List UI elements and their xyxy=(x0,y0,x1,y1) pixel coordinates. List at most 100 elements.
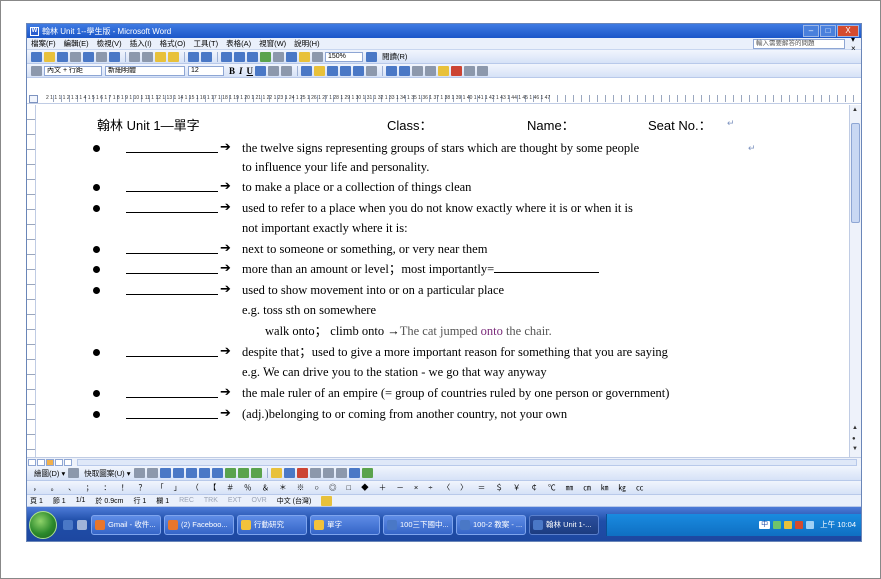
print-icon[interactable] xyxy=(83,51,94,62)
answer-blank-inline[interactable] xyxy=(494,261,600,273)
char-shading-icon[interactable] xyxy=(268,65,280,76)
permission-icon[interactable] xyxy=(70,51,81,62)
line-spacing-icon[interactable] xyxy=(366,65,378,76)
answer-blank[interactable] xyxy=(126,200,218,213)
answer-blank[interactable] xyxy=(126,282,218,295)
answer-blank[interactable] xyxy=(126,261,218,274)
insert-excel-icon[interactable] xyxy=(260,51,271,62)
align-center-icon[interactable] xyxy=(327,65,339,76)
ruler-numbers[interactable]: 2 1 1 1 1 2 1 3 1 4 1 5 1 6 1 7 1 8 1 9 … xyxy=(46,95,861,102)
draw-menu-button[interactable]: 繪圖(D) ▾ xyxy=(34,468,65,479)
align-justify-icon[interactable] xyxy=(314,65,326,76)
shadow-style-icon[interactable] xyxy=(348,468,360,478)
char-scale-icon[interactable] xyxy=(281,65,293,76)
highlight-icon[interactable] xyxy=(438,65,450,76)
copy-icon[interactable] xyxy=(142,51,153,62)
phonetic-guide-icon[interactable] xyxy=(464,65,476,76)
enclose-characters-icon[interactable] xyxy=(477,65,489,76)
columns-icon[interactable] xyxy=(273,51,284,62)
vertical-scrollbar[interactable]: ▲ ▲ ● ▼ xyxy=(849,105,861,457)
taskbar-item-folder-vocab[interactable]: 單字 xyxy=(310,514,380,535)
outline-view-icon[interactable] xyxy=(55,458,63,466)
minimize-button[interactable]: – xyxy=(803,25,819,37)
update-icon[interactable] xyxy=(806,520,815,529)
reading-view-icon[interactable] xyxy=(64,458,72,466)
document-close-button[interactable]: ▾ × xyxy=(851,35,861,53)
symbol-toolbar[interactable]: ， 。 、 ； ： ！ ？ 「 」 （ 【 ＃ ％ ＆ ＊ ※ ○ ◎ □ ◆ … xyxy=(27,481,861,495)
clipart-icon[interactable] xyxy=(237,468,249,478)
horizontal-scroll-track[interactable] xyxy=(77,458,857,466)
ime-indicator[interactable]: 中 xyxy=(759,520,771,529)
font-size-select[interactable]: 12 xyxy=(188,65,224,76)
web-view-icon[interactable] xyxy=(37,458,45,466)
answer-blank[interactable] xyxy=(126,406,218,419)
format-painter-icon[interactable] xyxy=(168,51,179,62)
spelling-status-icon[interactable] xyxy=(321,495,333,506)
print-layout-icon[interactable] xyxy=(46,458,54,466)
answer-blank[interactable] xyxy=(126,241,218,254)
network-icon[interactable] xyxy=(773,520,782,529)
menu-insert[interactable]: 插入(I) xyxy=(130,38,152,49)
fill-color-icon[interactable] xyxy=(270,468,282,478)
bold-button[interactable]: B xyxy=(229,66,235,76)
word-app-icon[interactable]: W xyxy=(30,26,39,36)
styles-pane-icon[interactable] xyxy=(31,65,42,76)
drawing-icon[interactable] xyxy=(286,51,297,62)
numbering-icon[interactable] xyxy=(386,65,398,76)
normal-view-icon[interactable] xyxy=(28,458,36,466)
font-select[interactable]: 新細明體 xyxy=(105,65,185,76)
increase-indent-icon[interactable] xyxy=(425,65,437,76)
spelling-icon[interactable] xyxy=(109,51,120,62)
picture-icon[interactable] xyxy=(250,468,262,478)
menu-window[interactable]: 視窗(W) xyxy=(259,38,286,49)
font-color-icon[interactable] xyxy=(451,65,463,76)
align-right-icon[interactable] xyxy=(340,65,352,76)
document-page[interactable]: 翰林 Unit 1—單字 Class： Name： Seat No.： ↵ ➔ … xyxy=(37,105,847,457)
diagram-icon[interactable] xyxy=(224,468,236,478)
taskbar-item-gmail[interactable]: Gmail - 收件... xyxy=(91,514,161,535)
answer-blank[interactable] xyxy=(126,385,218,398)
answer-blank[interactable] xyxy=(126,344,218,357)
help-icon[interactable] xyxy=(366,51,377,62)
undo-icon[interactable] xyxy=(188,51,199,62)
start-button[interactable] xyxy=(29,510,57,539)
textbox-tool-icon[interactable] xyxy=(185,468,197,478)
menu-help[interactable]: 說明(H) xyxy=(294,38,319,49)
next-page-icon[interactable]: ▼ xyxy=(852,446,858,452)
arrow-tool-icon[interactable] xyxy=(146,468,158,478)
taskbar-item-word-doc-2[interactable]: 100-2 教案 - ... xyxy=(456,514,526,535)
select-objects-icon[interactable] xyxy=(68,468,80,478)
show-desktop-icon[interactable] xyxy=(63,519,73,530)
tables-borders-icon[interactable] xyxy=(234,51,245,62)
status-trk[interactable]: TRK xyxy=(204,497,218,504)
security-icon[interactable] xyxy=(795,520,804,529)
redo-icon[interactable] xyxy=(201,51,212,62)
new-document-icon[interactable] xyxy=(31,51,42,62)
tab-selector[interactable] xyxy=(29,94,38,103)
open-folder-icon[interactable] xyxy=(44,51,55,62)
help-search-input[interactable]: 輸入需要解答的問題 xyxy=(753,38,845,49)
scroll-up-icon[interactable]: ▲ xyxy=(852,107,858,113)
bullets-icon[interactable] xyxy=(399,65,411,76)
save-icon[interactable] xyxy=(57,51,68,62)
line-style-icon[interactable] xyxy=(309,468,321,478)
wordart-icon[interactable] xyxy=(211,468,223,478)
symbol-list[interactable]: ， 。 、 ； ： ！ ？ 「 」 （ 【 ＃ ％ ＆ ＊ ※ ○ ◎ □ ◆ … xyxy=(33,482,648,493)
menu-format[interactable]: 格式(O) xyxy=(160,38,186,49)
taskbar-item-word-doc-active[interactable]: 翰林 Unit 1-... xyxy=(529,514,599,535)
rectangle-tool-icon[interactable] xyxy=(159,468,171,478)
menu-file[interactable]: 檔案(F) xyxy=(31,38,56,49)
hyperlink-icon[interactable] xyxy=(221,51,232,62)
vertical-textbox-icon[interactable] xyxy=(198,468,210,478)
dash-style-icon[interactable] xyxy=(322,468,334,478)
line-color-icon[interactable] xyxy=(283,468,295,478)
read-mode-button[interactable]: 閱讀(R) xyxy=(382,51,407,62)
menu-table[interactable]: 表格(A) xyxy=(226,38,251,49)
status-ovr[interactable]: OVR xyxy=(252,497,267,504)
line-tool-icon[interactable] xyxy=(133,468,145,478)
insert-table-icon[interactable] xyxy=(247,51,258,62)
show-hide-icon[interactable] xyxy=(312,51,323,62)
answer-blank[interactable] xyxy=(126,179,218,192)
underline-button[interactable]: U xyxy=(247,66,254,76)
autoshapes-button[interactable]: 快取圖案(U) ▾ xyxy=(84,468,130,479)
